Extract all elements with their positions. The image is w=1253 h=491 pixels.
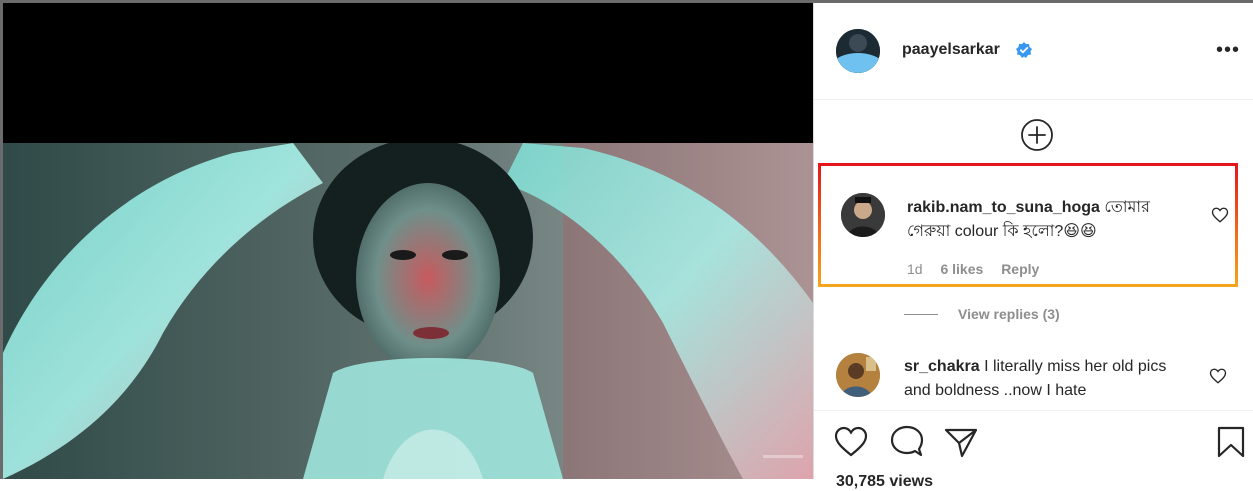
commenter-avatar-2[interactable] [836, 353, 880, 397]
post-side-panel: paayelsarkar ••• rakib.nam_to_suna_hoga … [813, 3, 1253, 490]
actions-divider [814, 410, 1253, 411]
video-still [3, 143, 813, 479]
comment-like-heart-icon[interactable] [1209, 367, 1227, 385]
plus-circle-icon[interactable] [1020, 118, 1054, 152]
highlighted-comment: rakib.nam_to_suna_hoga তোমার গেরুয়া col… [818, 163, 1238, 287]
commenter-avatar-2-image [836, 353, 880, 397]
video-frame[interactable] [3, 143, 813, 479]
comment-body: rakib.nam_to_suna_hoga তোমার গেরুয়া col… [907, 196, 1197, 244]
comment-meta: 1d 6 likes Reply [907, 261, 1053, 277]
comment-icon[interactable] [890, 425, 924, 459]
paper-plane-icon[interactable] [944, 425, 978, 459]
commenter-avatar[interactable] [841, 193, 885, 237]
verified-badge-icon [1016, 42, 1032, 58]
post-media[interactable] [3, 3, 813, 479]
author-avatar[interactable] [836, 29, 880, 73]
view-replies-divider [904, 314, 938, 315]
comment-age: 1d [907, 261, 923, 277]
commenter-avatar-image [841, 193, 885, 237]
comment-like-heart-icon[interactable] [1211, 206, 1229, 224]
bookmark-icon[interactable] [1214, 425, 1248, 459]
comment-likes[interactable]: 6 likes [940, 261, 983, 277]
author-username[interactable]: paayelsarkar [902, 41, 1000, 59]
video-progress[interactable] [763, 455, 803, 458]
comment-body-2: sr_chakra I literally miss her old pics … [904, 355, 1194, 403]
author-avatar-image [836, 29, 880, 73]
comment-username-2[interactable]: sr_chakra [904, 358, 980, 375]
comment-username[interactable]: rakib.nam_to_suna_hoga [907, 199, 1100, 216]
views-count[interactable]: 30,785 views [836, 473, 933, 491]
post-header: paayelsarkar ••• [814, 3, 1253, 100]
heart-icon[interactable] [834, 425, 868, 459]
view-replies-button[interactable]: View replies (3) [958, 306, 1060, 322]
reply-button[interactable]: Reply [1001, 261, 1039, 277]
more-options-icon[interactable]: ••• [1216, 40, 1240, 60]
